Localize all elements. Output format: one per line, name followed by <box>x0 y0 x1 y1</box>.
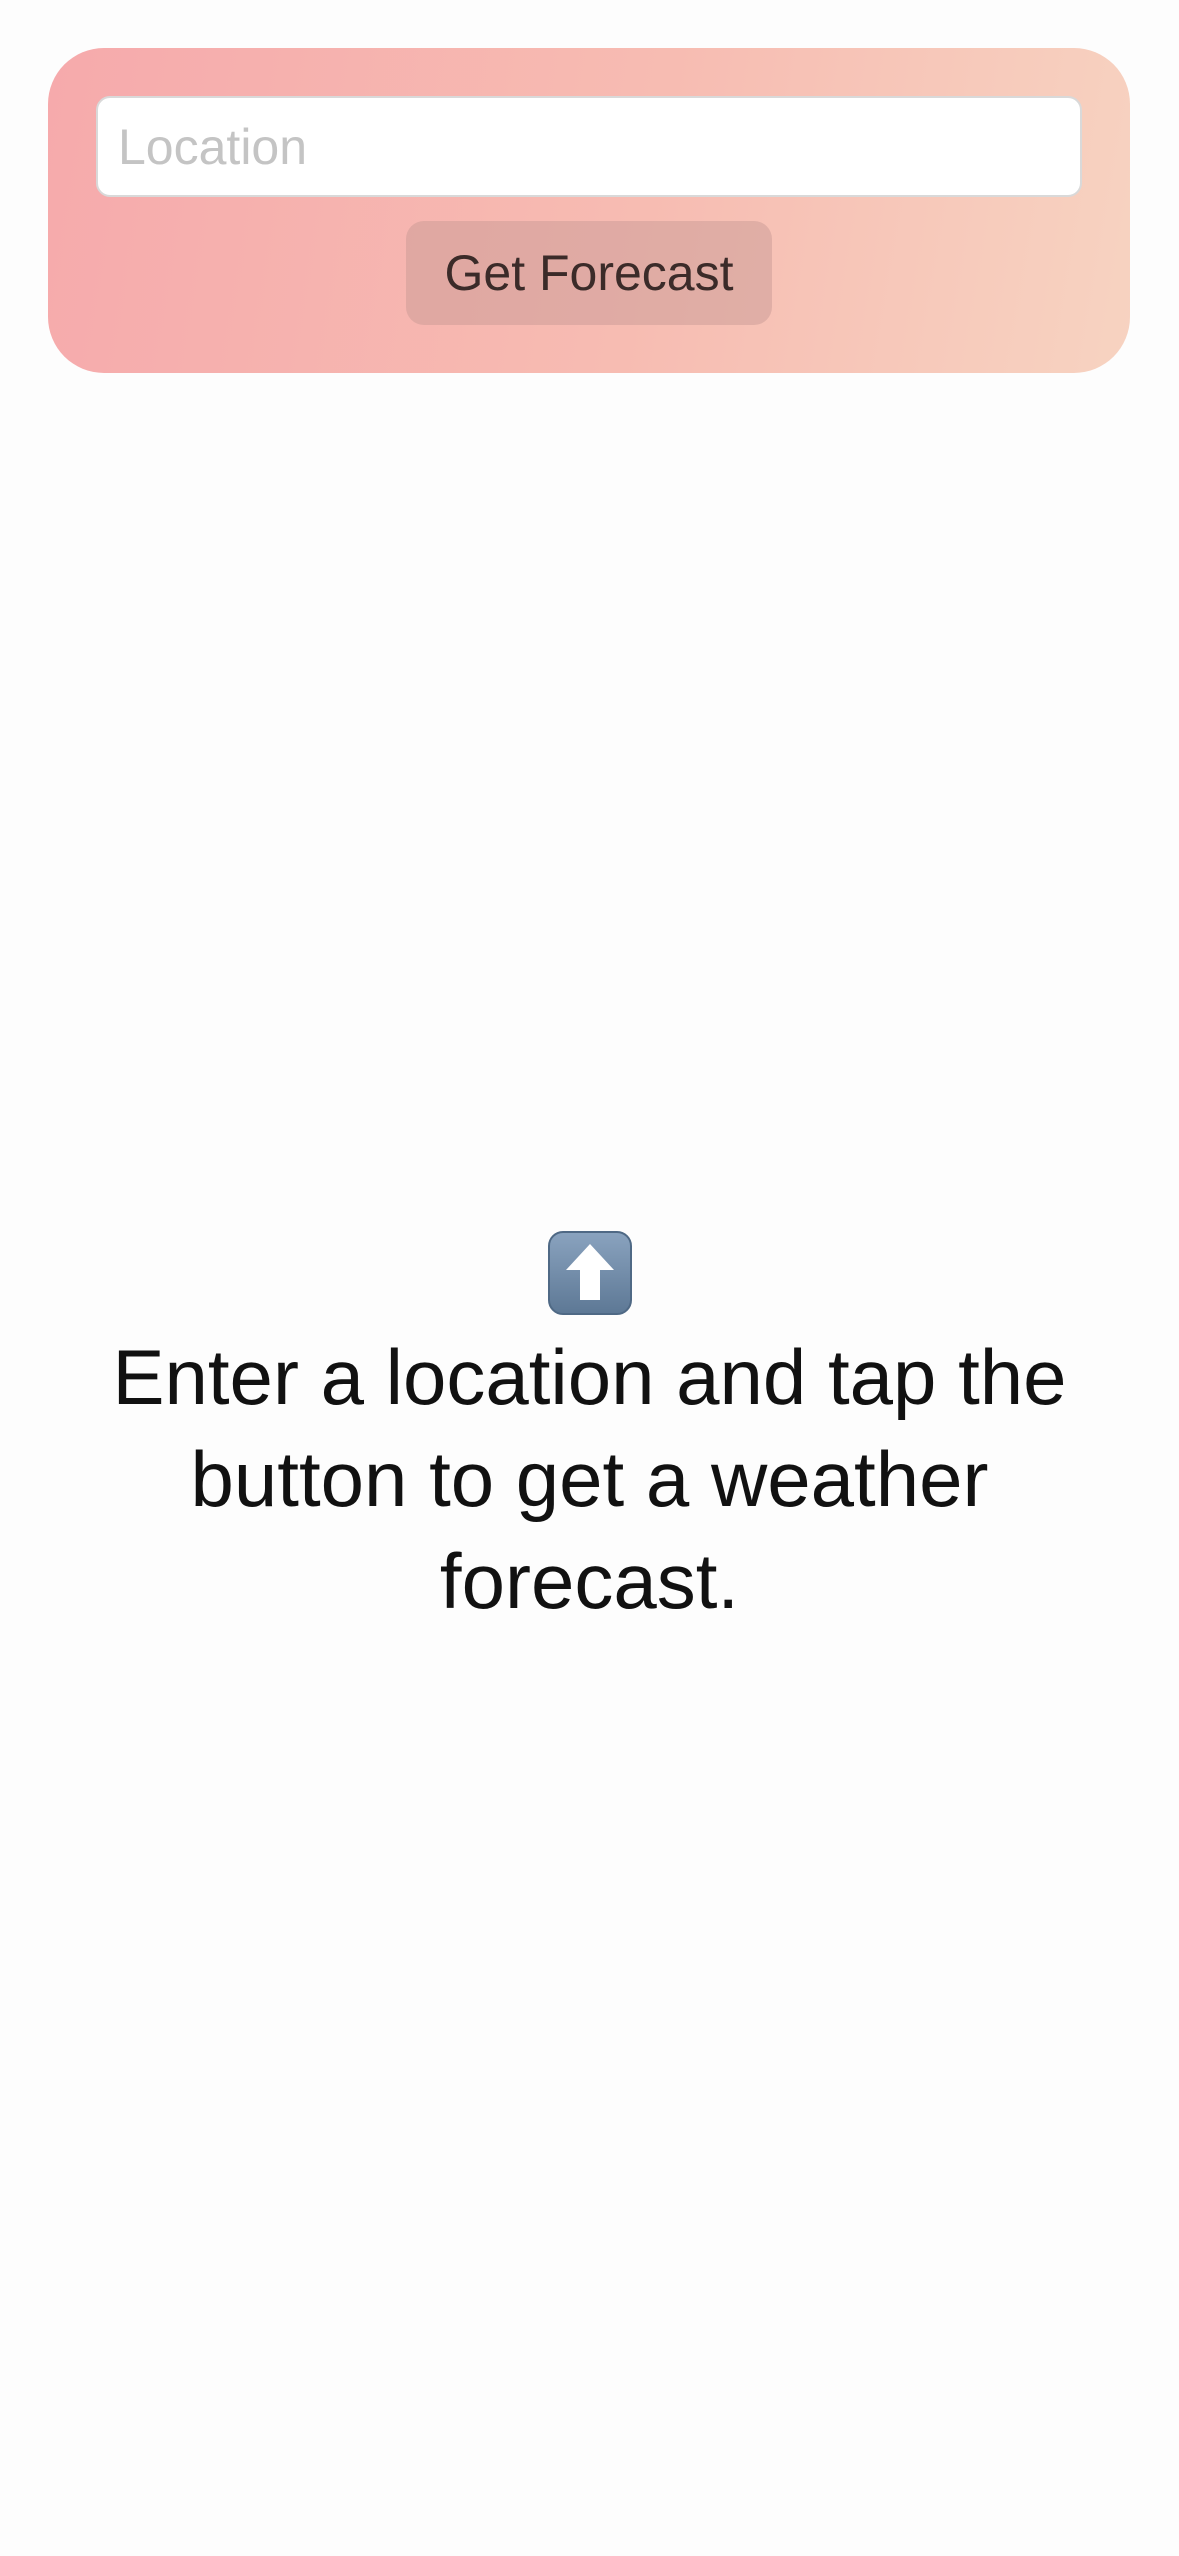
location-input[interactable] <box>96 96 1082 197</box>
empty-state: Enter a location and tap the button to g… <box>60 1230 1119 1632</box>
empty-state-message: Enter a location and tap the button to g… <box>112 1333 1067 1625</box>
weather-app-screen: Get Forecast Enter a location and tap th… <box>0 0 1179 2556</box>
up-arrow-icon <box>547 1231 632 1315</box>
get-forecast-button[interactable]: Get Forecast <box>406 221 772 325</box>
search-card: Get Forecast <box>48 48 1130 373</box>
